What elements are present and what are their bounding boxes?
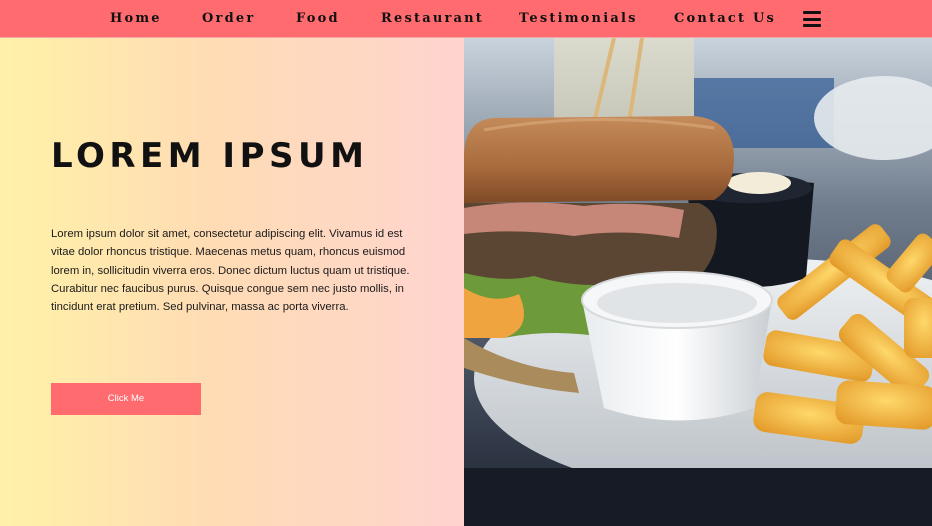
landing-page: Home Order Food Restaurant Testimonials … bbox=[0, 0, 932, 526]
nav-item-contact-us[interactable]: Contact Us bbox=[674, 11, 776, 26]
top-bun bbox=[464, 116, 734, 203]
nav-item-restaurant[interactable]: Restaurant bbox=[381, 11, 484, 26]
fry bbox=[835, 380, 932, 430]
white-cup-inside bbox=[597, 283, 757, 323]
nav-item-testimonials[interactable]: Testimonials bbox=[519, 11, 638, 26]
table-dark bbox=[464, 468, 932, 526]
mayo-sauce bbox=[727, 172, 791, 194]
hamburger-menu-icon[interactable] bbox=[803, 10, 821, 28]
nav-item-food[interactable]: Food bbox=[296, 11, 340, 26]
burger-photo-illustration bbox=[464, 38, 932, 526]
nav-item-home[interactable]: Home bbox=[110, 11, 162, 26]
hero-title: LOREM IPSUM bbox=[51, 136, 369, 176]
hamburger-bar bbox=[803, 17, 821, 21]
top-navigation-bar: Home Order Food Restaurant Testimonials … bbox=[0, 0, 932, 38]
hero-description: Lorem ipsum dolor sit amet, consectetur … bbox=[51, 228, 410, 314]
hamburger-bar bbox=[803, 11, 821, 14]
hero-text-panel: LOREM IPSUM Lorem ipsum dolor sit amet, … bbox=[0, 38, 464, 526]
glass-blur bbox=[554, 38, 694, 118]
nav-item-order[interactable]: Order bbox=[202, 11, 255, 26]
hamburger-bar bbox=[803, 24, 821, 27]
click-me-button[interactable]: Click Me bbox=[51, 383, 201, 415]
burger-with-fries-photo bbox=[464, 38, 932, 526]
fry bbox=[904, 298, 932, 358]
